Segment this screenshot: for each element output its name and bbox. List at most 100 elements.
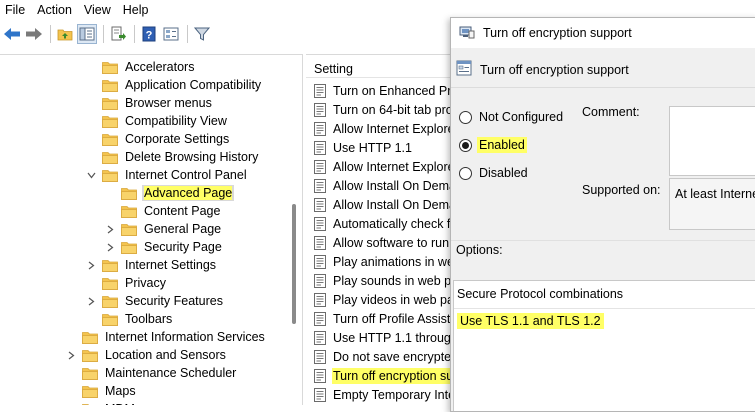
policy-setting-icon [314, 388, 326, 402]
menu-help[interactable]: Help [117, 0, 155, 20]
tree-scrollbar[interactable] [289, 54, 301, 405]
tree-item[interactable]: General Page [105, 220, 223, 238]
options-divider [451, 240, 755, 241]
svg-text:?: ? [146, 30, 153, 42]
menu-file[interactable]: File [0, 0, 31, 20]
chevron-right-icon[interactable] [105, 243, 115, 252]
folder-icon [82, 367, 98, 380]
setting-row[interactable]: Turn off Profile Assistant [314, 310, 456, 328]
setting-row-label: Allow software to run or [333, 236, 456, 250]
setting-row[interactable]: Turn on 64-bit tab processes [314, 101, 456, 119]
tree-item-label: Internet Settings [125, 258, 217, 272]
tree-item-label: Privacy [125, 276, 166, 290]
setting-row[interactable]: Allow software to run or [314, 234, 456, 252]
policy-setting-icon [314, 274, 326, 288]
tree-item[interactable]: Maps [66, 382, 138, 400]
show-hide-tree-icon[interactable] [77, 24, 97, 44]
menu-view[interactable]: View [78, 0, 117, 20]
tree-item[interactable]: Browser menus [86, 94, 214, 112]
chevron-right-icon[interactable] [66, 351, 76, 360]
tree-item[interactable]: Security Page [105, 238, 224, 256]
folder-icon [102, 61, 118, 74]
tree-item[interactable]: Application Compatibility [86, 76, 263, 94]
list-column-header-setting[interactable]: Setting [314, 62, 353, 76]
tree-item[interactable]: Internet Settings [86, 256, 218, 274]
setting-row[interactable]: Play animations in web [314, 253, 456, 271]
options-panel[interactable]: Secure Protocol combinations Use TLS 1.1… [453, 280, 755, 411]
policy-setting-icon [314, 179, 326, 193]
chevron-right-icon[interactable] [86, 297, 96, 306]
setting-row[interactable]: Do not save encrypted [314, 348, 456, 366]
radio-enabled-circle[interactable] [459, 138, 472, 152]
tree-item[interactable]: MDM [66, 400, 137, 405]
setting-row-label: Use HTTP 1.1 [333, 141, 412, 155]
tree-item[interactable]: Accelerators [86, 58, 196, 76]
radio-not-configured-label[interactable]: Not Configured [477, 109, 565, 125]
radio-disabled[interactable]: Disabled [459, 165, 530, 181]
toolbar-separator [103, 25, 104, 43]
radio-not-configured-circle[interactable] [459, 110, 472, 124]
tree-item[interactable]: Privacy [86, 274, 168, 292]
tree-item[interactable]: Internet Information Services [66, 328, 267, 346]
toolbar-separator [50, 25, 51, 43]
export-list-icon[interactable] [108, 24, 128, 44]
tree-item[interactable]: Content Page [105, 202, 222, 220]
tree-item-label: Security Page [144, 240, 222, 254]
up-folder-icon[interactable] [55, 24, 75, 44]
secure-protocol-dropdown[interactable]: Use TLS 1.1 and TLS 1.2 [457, 313, 604, 329]
tree-pane[interactable]: Accelerators Application Compatibility Bro… [0, 54, 303, 405]
setting-row-label: Allow Internet Explorer [333, 160, 456, 174]
setting-row[interactable]: Turn off encryption support [314, 367, 456, 385]
tree-scrollbar-thumb[interactable] [292, 204, 296, 324]
tree-item-label: Maps [105, 384, 136, 398]
tree-item[interactable]: Delete Browsing History [86, 148, 260, 166]
tree-item[interactable]: Internet Control Panel [86, 166, 249, 184]
policy-setting-icon [314, 293, 326, 307]
help-icon[interactable]: ? [139, 24, 159, 44]
policy-setting-icon [314, 312, 326, 326]
options-separator [454, 308, 755, 309]
tree-item[interactable]: Advanced Page [105, 184, 235, 202]
radio-disabled-label[interactable]: Disabled [477, 165, 530, 181]
setting-row[interactable]: Automatically check for [314, 215, 456, 233]
tree-item[interactable]: Compatibility View [86, 112, 229, 130]
tree-item[interactable]: Location and Sensors [66, 346, 228, 364]
setting-row[interactable]: Use HTTP 1.1 [314, 139, 413, 157]
tree-item-label: General Page [144, 222, 222, 236]
setting-row[interactable]: Play sounds in web pages [314, 272, 456, 290]
tree-item[interactable]: Security Features [86, 292, 225, 310]
settings-list-pane[interactable]: Setting Turn on Enhanced Protected Mode T… [306, 54, 456, 405]
filter-icon[interactable] [192, 24, 212, 44]
setting-row[interactable]: Turn on Enhanced Protected Mode [314, 82, 456, 100]
setting-row[interactable]: Allow Internet Explorer [314, 120, 456, 138]
dialog-titlebar[interactable]: Turn off encryption support [451, 18, 755, 48]
setting-row-label: Turn off Profile Assistant [333, 312, 456, 326]
forward-arrow-icon[interactable] [24, 24, 44, 44]
setting-row[interactable]: Play videos in web pages [314, 291, 456, 309]
setting-row[interactable]: Allow Internet Explorer [314, 158, 456, 176]
folder-icon [121, 223, 137, 236]
setting-row[interactable]: Use HTTP 1.1 through proxy [314, 329, 456, 347]
setting-row[interactable]: Allow Install On Demand [314, 196, 456, 214]
menu-action[interactable]: Action [31, 0, 78, 20]
secure-protocol-label: Secure Protocol combinations [457, 287, 624, 301]
setting-row-label: Use HTTP 1.1 through proxy [333, 331, 456, 345]
tree-item[interactable]: Toolbars [86, 310, 174, 328]
policy-setting-icon [314, 255, 326, 269]
chevron-down-icon[interactable] [86, 172, 96, 179]
comment-textarea[interactable] [669, 106, 755, 176]
chevron-right-icon[interactable] [105, 225, 115, 234]
radio-enabled-label[interactable]: Enabled [477, 137, 527, 153]
properties-view-icon[interactable] [161, 24, 181, 44]
tree-item[interactable]: Maintenance Scheduler [66, 364, 238, 382]
radio-enabled[interactable]: Enabled [459, 137, 527, 153]
toolbar-separator [134, 25, 135, 43]
setting-row[interactable]: Empty Temporary Internet [314, 386, 456, 404]
setting-row[interactable]: Allow Install On Demand [314, 177, 456, 195]
radio-not-configured[interactable]: Not Configured [459, 109, 565, 125]
tree-item-label: Security Features [125, 294, 223, 308]
tree-item[interactable]: Corporate Settings [86, 130, 231, 148]
back-arrow-icon[interactable] [2, 24, 22, 44]
chevron-right-icon[interactable] [86, 261, 96, 270]
radio-disabled-circle[interactable] [459, 166, 472, 180]
